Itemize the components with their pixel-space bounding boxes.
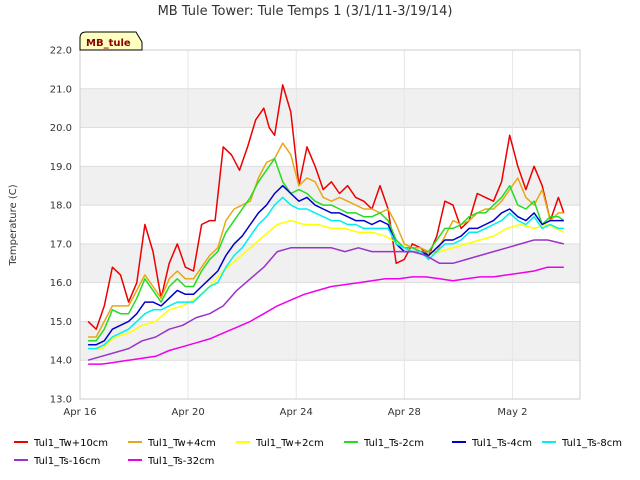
site-badge: MB_tule (79, 31, 143, 51)
site-badge-label: MB_tule (86, 38, 131, 49)
chart-title: MB Tule Tower: Tule Temps 1 (3/1/11-3/19… (158, 4, 453, 19)
y-tick-label: 18.0 (50, 201, 72, 212)
legend-label: Tul1_Tw+2cm (255, 438, 324, 449)
grid-band (80, 321, 580, 361)
x-tick-label: Apr 28 (388, 407, 421, 418)
y-tick-label: 15.0 (50, 317, 72, 328)
legend-label: Tul1_Tw+4cm (147, 438, 216, 449)
legend-label: Tul1_Ts-4cm (471, 438, 532, 449)
legend: Tul1_Tw+10cm Tul1_Tw+4cm Tul1_Tw+2cm Tul1_T… (14, 438, 622, 467)
y-tick-label: 14.0 (50, 356, 72, 367)
y-tick-label: 13.0 (50, 395, 72, 406)
y-tick-label: 21.0 (50, 84, 72, 95)
y-axis-label: Temperature (C) (8, 184, 19, 266)
grid-bands (80, 88, 580, 361)
x-tick-label: Apr 16 (63, 407, 96, 418)
chart-canvas: MB Tule Tower: Tule Temps 1 (3/1/11-3/19… (8, 4, 622, 467)
grid-band (80, 88, 580, 128)
y-axis-ticks: 13.0 14.0 15.0 16.0 17.0 18.0 19.0 20.0 21.0 22.0 (50, 46, 72, 406)
y-tick-label: 20.0 (50, 123, 72, 134)
x-axis-ticks: Apr 16 Apr 20 Apr 24 Apr 28 May 2 (63, 407, 527, 418)
x-tick-label: Apr 24 (280, 407, 313, 418)
legend-label: Tul1_Ts-16cm (33, 456, 100, 467)
x-tick-label: May 2 (497, 407, 527, 418)
legend-label: Tul1_Ts-2cm (363, 438, 424, 449)
y-tick-label: 19.0 (50, 162, 72, 173)
legend-label: Tul1_Ts-32cm (147, 456, 214, 467)
legend-label: Tul1_Ts-8cm (561, 438, 622, 449)
x-tick-label: Apr 20 (172, 407, 205, 418)
y-tick-label: 17.0 (50, 239, 72, 250)
y-tick-label: 22.0 (50, 46, 72, 57)
grid-band (80, 166, 580, 206)
legend-label: Tul1_Tw+10cm (33, 438, 108, 449)
y-tick-label: 16.0 (50, 278, 72, 289)
